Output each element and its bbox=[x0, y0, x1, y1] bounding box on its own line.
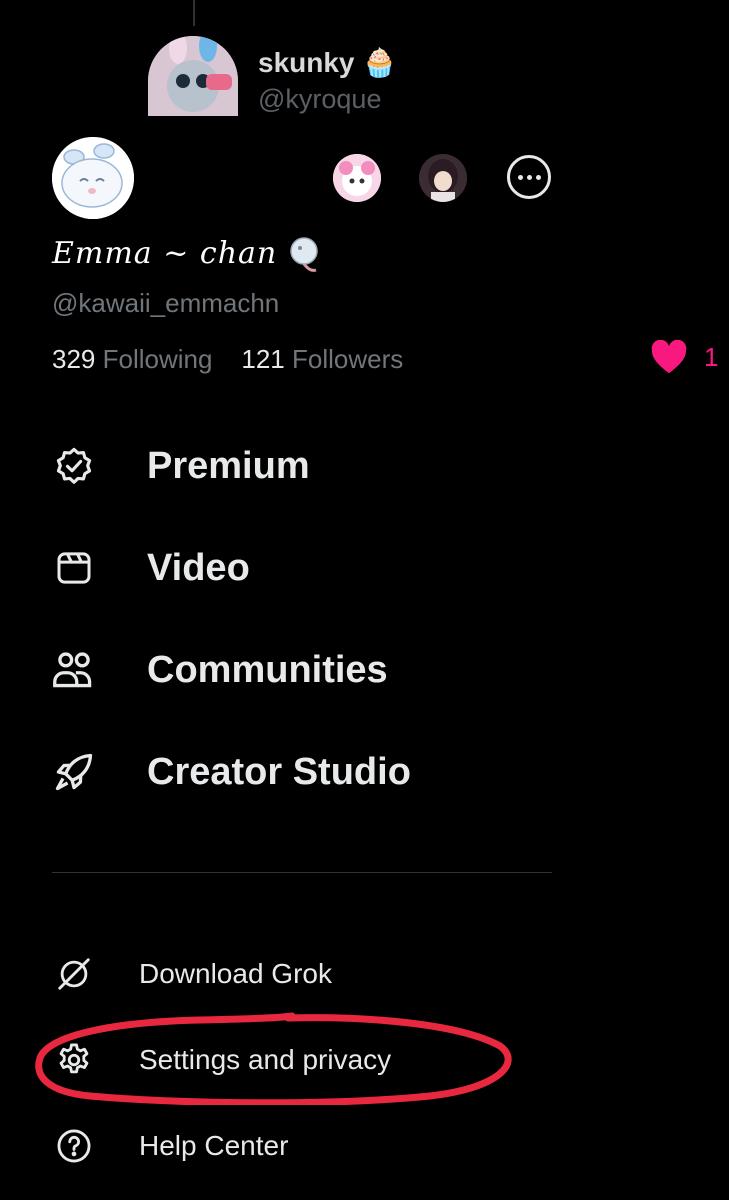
heart-icon bbox=[651, 340, 687, 374]
menu-item-communities[interactable]: Communities bbox=[52, 648, 388, 692]
profile-display-name[interactable]: Emma ~ chan bbox=[52, 236, 277, 271]
follow-stats: 329 Following 121 Followers bbox=[52, 344, 403, 375]
menu-divider bbox=[52, 872, 552, 873]
gear-icon bbox=[52, 1038, 96, 1082]
help-icon bbox=[52, 1124, 96, 1168]
menu-item-creator-studio[interactable]: Creator Studio bbox=[52, 750, 411, 794]
menu-item-label: Creator Studio bbox=[147, 750, 411, 793]
tweet-author-avatar[interactable] bbox=[148, 36, 238, 116]
name-emoji bbox=[286, 234, 326, 274]
verified-badge-icon bbox=[52, 444, 96, 488]
profile-avatar[interactable] bbox=[52, 137, 134, 219]
account-switcher-avatar-2[interactable] bbox=[419, 154, 467, 202]
like-button[interactable]: 1 bbox=[650, 340, 718, 374]
menu-item-settings-and-privacy[interactable]: Settings and privacy bbox=[52, 1038, 391, 1082]
more-options-button[interactable] bbox=[507, 155, 551, 199]
menu-item-premium[interactable]: Premium bbox=[52, 444, 310, 488]
tweet-author-handle: @kyroque bbox=[258, 84, 382, 114]
grok-icon bbox=[52, 952, 96, 996]
following-link[interactable]: 329 Following bbox=[52, 344, 212, 374]
menu-item-label: Premium bbox=[147, 444, 310, 487]
video-icon bbox=[52, 546, 96, 590]
communities-icon bbox=[52, 648, 96, 692]
menu-item-download-grok[interactable]: Download Grok bbox=[52, 952, 332, 996]
thread-line bbox=[193, 0, 195, 26]
menu-item-label: Download Grok bbox=[139, 958, 332, 989]
tweet-author-name: skunky 🧁 bbox=[258, 47, 398, 78]
followers-link[interactable]: 121 Followers bbox=[241, 344, 403, 374]
menu-item-label: Video bbox=[147, 546, 250, 589]
profile-handle: @kawaii_emmachn bbox=[52, 288, 280, 318]
like-count: 1 bbox=[704, 341, 719, 372]
menu-item-label: Settings and privacy bbox=[139, 1044, 392, 1075]
menu-item-label: Help Center bbox=[139, 1130, 289, 1161]
account-switcher-avatar-1[interactable] bbox=[333, 154, 381, 202]
menu-item-help-center[interactable]: Help Center bbox=[52, 1124, 288, 1168]
menu-item-video[interactable]: Video bbox=[52, 546, 250, 590]
menu-item-label: Communities bbox=[147, 648, 388, 691]
rocket-icon bbox=[52, 750, 96, 794]
